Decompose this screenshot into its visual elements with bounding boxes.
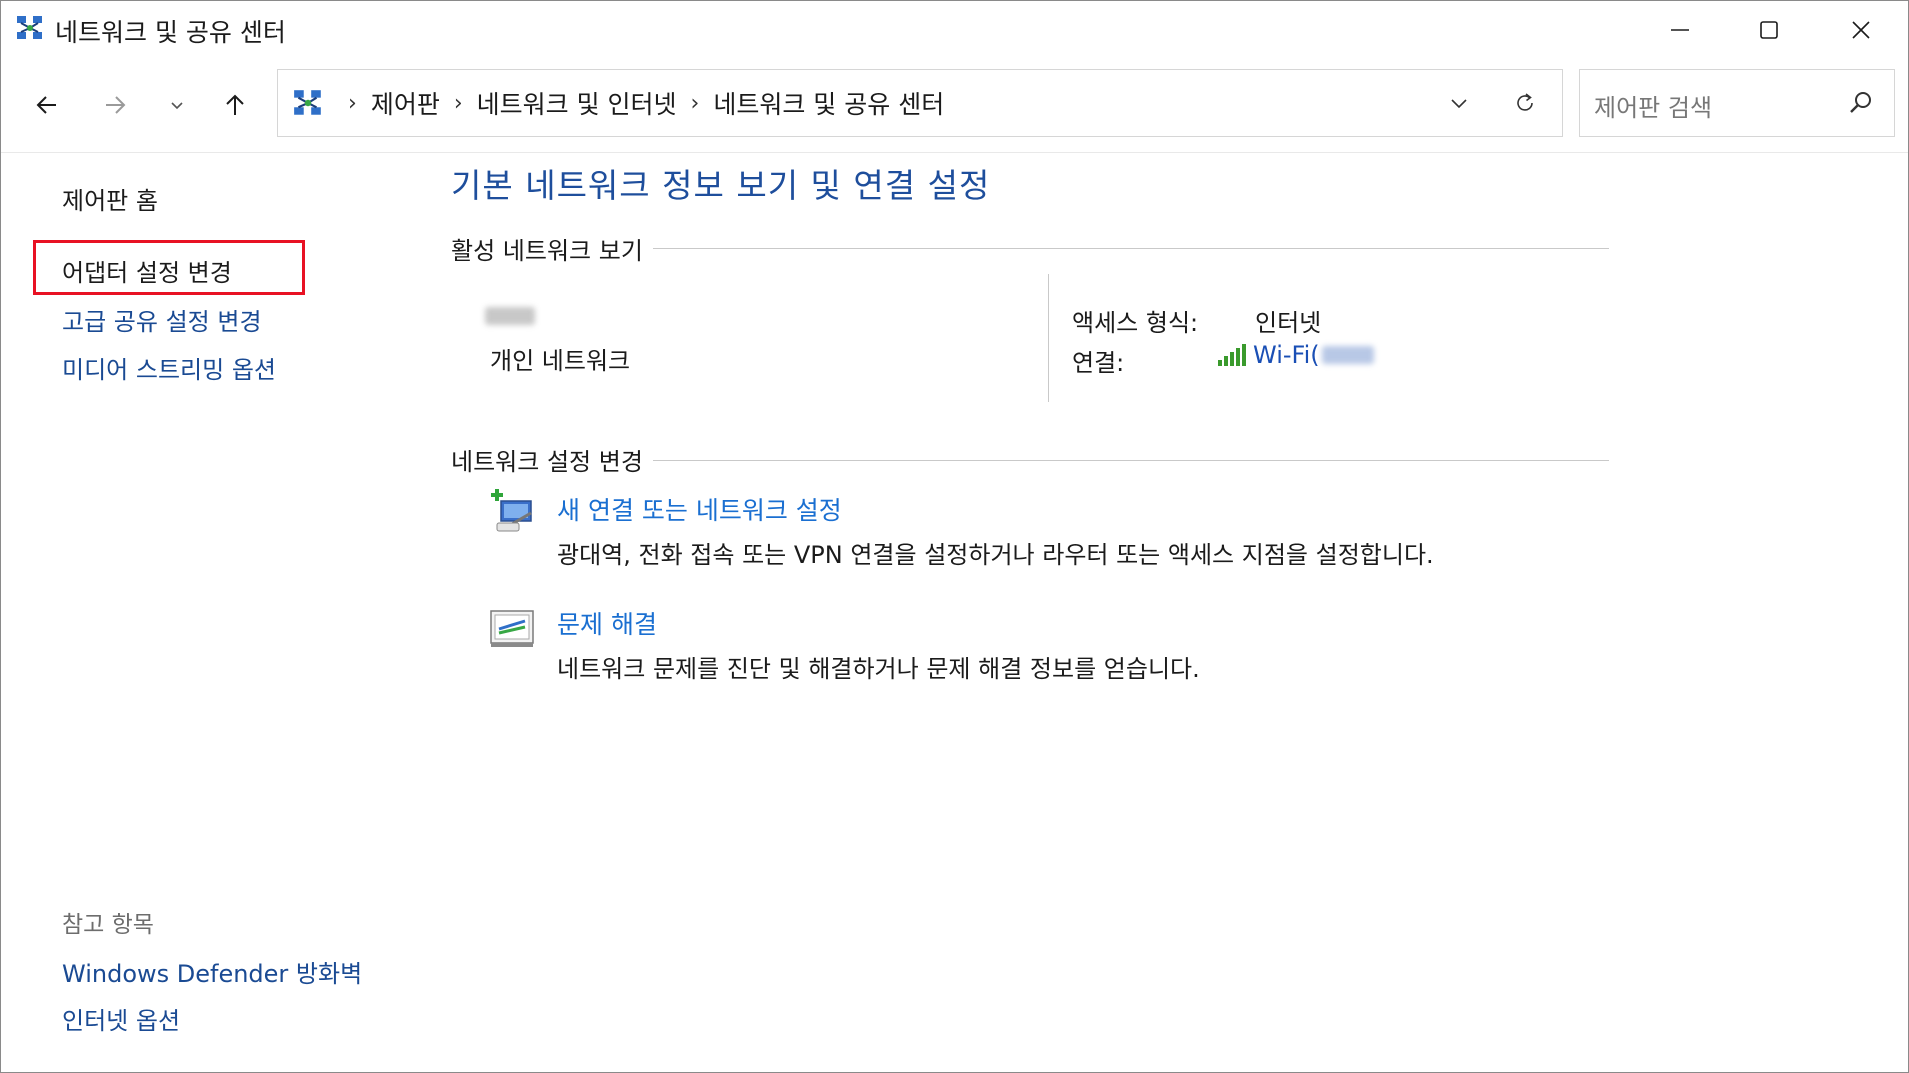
minimize-button[interactable] <box>1634 1 1726 59</box>
recent-locations-button[interactable] <box>155 79 199 131</box>
access-type-value: 인터넷 <box>1255 309 1322 337</box>
back-arrow-icon <box>36 96 56 114</box>
breadcrumb-network-internet[interactable]: 네트워크 및 인터넷 <box>477 85 677 121</box>
forward-button[interactable] <box>93 79 137 131</box>
back-button[interactable] <box>25 79 69 131</box>
breadcrumb-control-panel[interactable]: 제어판 <box>371 85 440 121</box>
access-type-label: 액세스 형식: <box>1072 309 1199 337</box>
network-type: 개인 네트워크 <box>490 347 631 375</box>
see-also-heading: 참고 항목 <box>62 912 154 938</box>
sidebar-media-streaming-options[interactable]: 미디어 스트리밍 옵션 <box>62 350 276 385</box>
network-name-redacted <box>485 307 535 325</box>
connection-value[interactable]: Wi-Fi( <box>1253 341 1320 369</box>
search-box[interactable]: 제어판 검색 <box>1579 69 1895 137</box>
sidebar-control-panel-home[interactable]: 제어판 홈 <box>62 181 158 216</box>
breadcrumb-separator: › <box>348 90 357 116</box>
wifi-name-redacted <box>1321 346 1374 364</box>
recent-chevron-icon <box>171 102 183 110</box>
title-bar: 네트워크 및 공유 센터 <box>1 1 1908 59</box>
task-troubleshoot-description: 네트워크 문제를 진단 및 해결하거나 문제 해결 정보를 얻습니다. <box>557 655 1200 683</box>
maximize-icon <box>1760 21 1778 39</box>
change-network-settings-heading: 네트워크 설정 변경 <box>451 442 653 477</box>
wifi-signal-icon <box>1218 344 1246 366</box>
sidebar-advanced-sharing-settings[interactable]: 고급 공유 설정 변경 <box>62 302 262 337</box>
task-new-connection-description: 광대역, 전화 접속 또는 VPN 연결을 설정하거나 라우터 또는 액세스 지… <box>557 541 1434 569</box>
forward-arrow-icon <box>106 96 126 114</box>
network-center-icon <box>17 16 42 39</box>
refresh-icon <box>1517 93 1533 111</box>
page-title: 기본 네트워크 정보 보기 및 연결 설정 <box>451 166 991 205</box>
troubleshoot-icon <box>490 610 534 647</box>
sidebar-internet-options[interactable]: 인터넷 옵션 <box>62 1001 180 1036</box>
breadcrumb-network-sharing-center[interactable]: 네트워크 및 공유 센터 <box>713 85 944 121</box>
up-button[interactable] <box>213 79 257 131</box>
toolbar-divider <box>1 152 1908 153</box>
address-history-button[interactable] <box>1442 86 1476 120</box>
refresh-button[interactable] <box>1508 86 1542 120</box>
sidebar-windows-defender-firewall[interactable]: Windows Defender 방화벽 <box>62 954 362 989</box>
search-input[interactable]: 제어판 검색 <box>1594 88 1712 123</box>
address-bar[interactable]: › 제어판 › 네트워크 및 인터넷 › 네트워크 및 공유 센터 <box>277 69 1563 137</box>
breadcrumb-separator[interactable]: › <box>454 91 463 116</box>
new-connection-icon <box>491 489 532 532</box>
dropdown-chevron-icon <box>1451 99 1467 109</box>
close-icon <box>1852 21 1870 39</box>
task-new-connection-link[interactable]: 새 연결 또는 네트워크 설정 <box>557 491 842 527</box>
connection-link[interactable]: Wi-Fi( <box>1217 341 1374 369</box>
minimize-icon <box>1671 29 1689 31</box>
breadcrumb-separator[interactable]: › <box>691 91 700 116</box>
close-button[interactable] <box>1815 1 1907 59</box>
network-info-divider <box>1048 274 1049 402</box>
active-networks-heading: 활성 네트워크 보기 <box>451 231 653 266</box>
maximize-button[interactable] <box>1723 1 1815 59</box>
task-troubleshoot-link[interactable]: 문제 해결 <box>557 605 657 641</box>
search-icon[interactable] <box>1846 88 1876 118</box>
up-arrow-icon <box>226 94 244 115</box>
sidebar-change-adapter-settings[interactable]: 어댑터 설정 변경 <box>62 253 232 288</box>
network-center-icon <box>294 90 321 115</box>
breadcrumb: › 제어판 › 네트워크 및 인터넷 › 네트워크 및 공유 센터 <box>334 70 944 136</box>
connection-label: 연결: <box>1072 349 1125 377</box>
window-title: 네트워크 및 공유 센터 <box>55 18 286 47</box>
control-panel-window: 네트워크 및 공유 센터 › 제어판 › 네트워크 및 인터넷 › 네트워크 및… <box>0 0 1909 1073</box>
